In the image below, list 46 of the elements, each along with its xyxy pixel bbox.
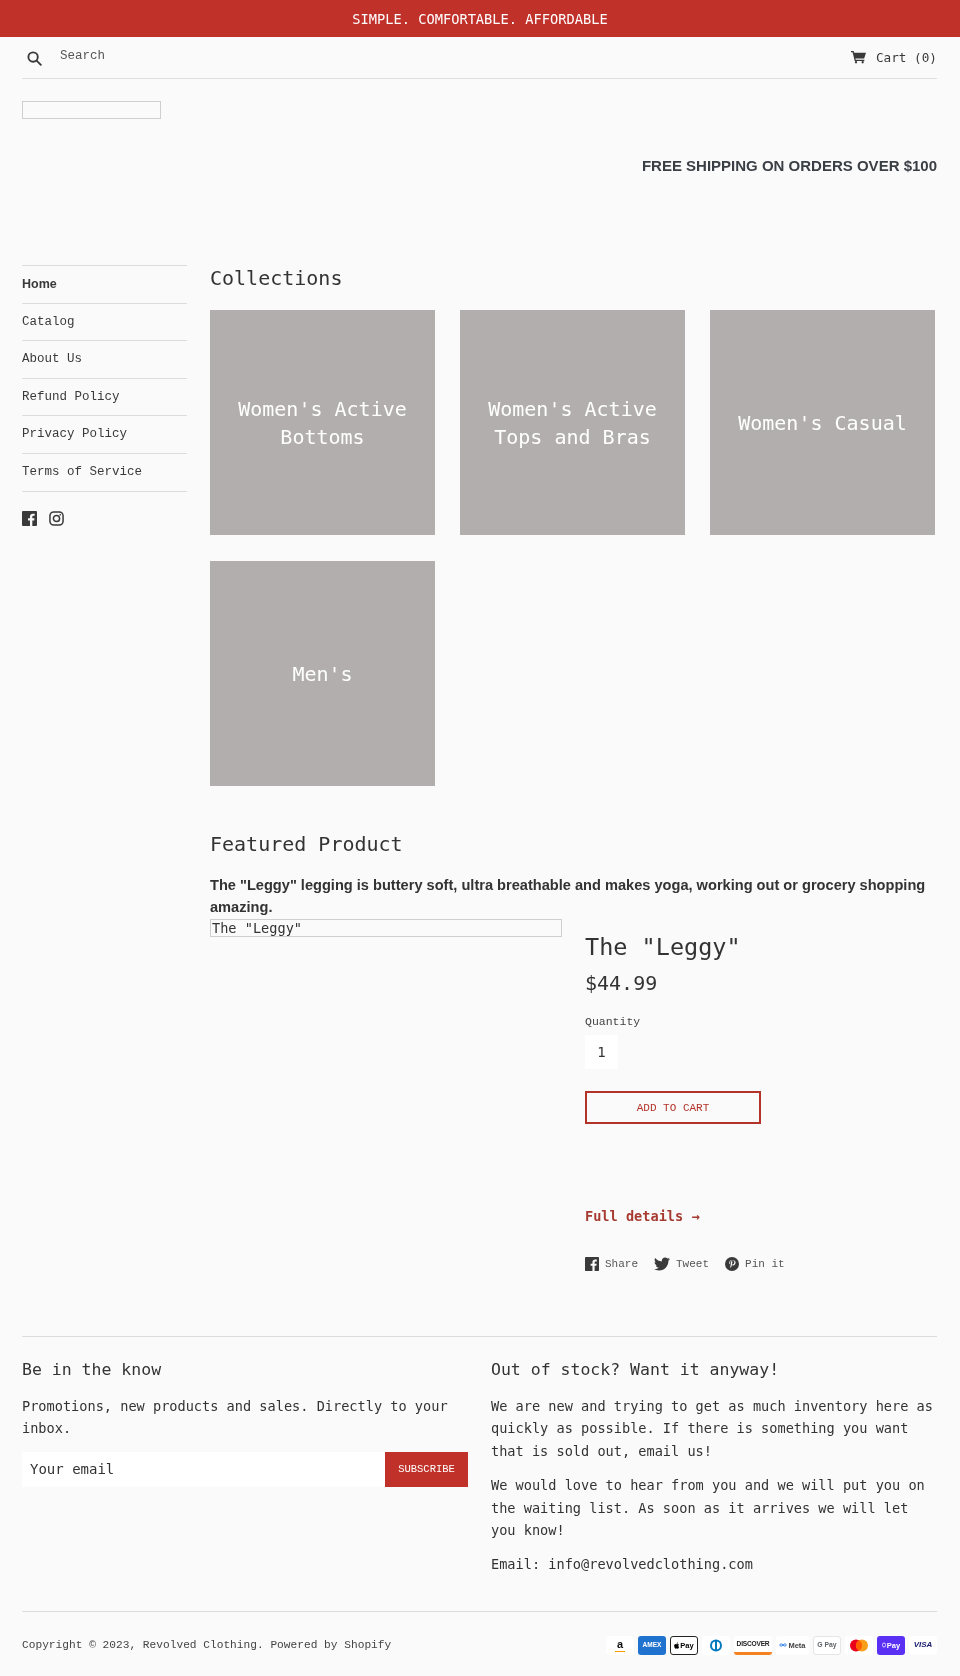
footer-text: We would love to hear from you and we will put you on the waiting list. As soon as it arrives we will let you know!: [491, 1476, 926, 1541]
announcement-text: SIMPLE. COMFORTABLE. AFFORDABLE: [352, 10, 608, 27]
cart-link[interactable]: Cart (0): [850, 50, 937, 65]
copyright-text: Copyright © 2023, Revolved Clothing. Powered by Shopify: [22, 1638, 392, 1654]
section-heading: Featured Product: [210, 831, 404, 857]
payment-label: VISA: [913, 1641, 933, 1650]
image-alt-text: The "Leggy": [212, 920, 303, 936]
card-logo-icon: [845, 1635, 873, 1655]
share-link[interactable]: Pin it: [725, 1256, 785, 1272]
full-details-link[interactable]: Full details →: [585, 1206, 700, 1226]
facebook-icon[interactable]: [22, 510, 37, 526]
search-icon[interactable]: [27, 51, 42, 66]
quantity-field[interactable]: 1: [585, 1035, 618, 1069]
nav-link[interactable]: Home: [22, 265, 187, 303]
pinterest-icon: [725, 1257, 740, 1271]
nav-link[interactable]: Catalog: [22, 302, 187, 341]
footer-text: Promotions, new products and sales. Directly to your inbox.: [22, 1397, 449, 1439]
share-link[interactable]: Tweet: [654, 1256, 710, 1272]
bird-icon: [654, 1257, 670, 1271]
product-title: The "Leggy": [585, 932, 741, 962]
apple-icon: [674, 1641, 680, 1649]
ring-icon: [881, 1642, 886, 1649]
section-heading: Collections: [210, 265, 344, 291]
cart-icon: [850, 51, 866, 64]
footer-text: We are new and trying to get as much inventory here as quickly as possible. If there is something you want that is sold out, email us!: [491, 1397, 934, 1461]
payment-label: a: [614, 1638, 626, 1652]
contact-email-text: Email: info@revolvedclothing.com: [491, 1555, 754, 1575]
footer-heading: Out of stock? Want it anyway!: [491, 1359, 781, 1381]
infinity-icon: [779, 1643, 788, 1648]
facebook-icon: [585, 1257, 599, 1271]
instagram-icon[interactable]: [49, 510, 64, 526]
nav-link[interactable]: Refund Policy: [22, 377, 187, 416]
add-to-cart-button[interactable]: ADD TO CART: [585, 1091, 761, 1124]
subscribe-button[interactable]: SUBSCRIBE: [385, 1451, 468, 1487]
quantity-label: Quantity: [585, 1014, 641, 1030]
nav-link[interactable]: About Us: [22, 340, 187, 378]
promo-text: FREE SHIPPING ON ORDERS OVER $100: [640, 157, 937, 175]
nav-link[interactable]: Privacy Policy: [22, 415, 187, 453]
card-logo-icon: [702, 1635, 730, 1655]
footer-heading: Be in the know: [22, 1359, 163, 1381]
product-description: The "Leggy" legging is buttery soft, ultra breathable and makes yoga, working out or grocery shopping amazing.: [210, 876, 927, 917]
nav-link[interactable]: Terms of Service: [22, 452, 187, 492]
search-field[interactable]: Search: [60, 48, 260, 63]
email-field[interactable]: Your email: [22, 1451, 385, 1487]
share-link[interactable]: Share: [585, 1256, 638, 1272]
product-price: $44.99: [585, 970, 658, 996]
